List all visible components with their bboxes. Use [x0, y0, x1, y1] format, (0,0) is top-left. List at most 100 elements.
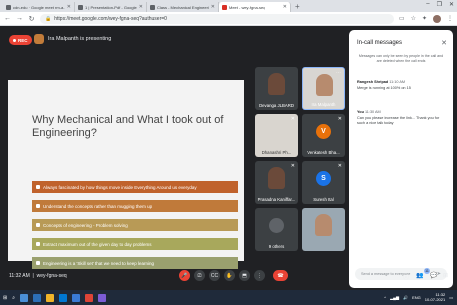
camera-toggle-button[interactable]: ⎚ — [194, 270, 205, 281]
minimize-button[interactable]: – — [426, 1, 429, 8]
participant-tile[interactable]: Devanga JLBARD — [255, 67, 298, 110]
system-tray: ^ ▂▄▆ 🔊 ENG 11:32 10-07-2021 ▭ — [384, 292, 453, 302]
address-bar[interactable]: 🔒 https://meet.google.com/wey-fgna-seq?a… — [40, 13, 394, 24]
app-icon[interactable] — [98, 293, 107, 302]
participant-tile[interactable]: ✕ Prasadna Kaniffar... — [255, 161, 298, 204]
present-button[interactable]: ⬒ — [239, 270, 250, 281]
message-time: 11:30 AM — [364, 110, 381, 114]
mic-off-icon: ✕ — [290, 116, 295, 122]
edge-icon[interactable] — [33, 293, 42, 302]
people-button[interactable]: 👥 — [416, 272, 423, 279]
network-icon[interactable]: ▂▄▆ — [390, 295, 399, 300]
language-indicator[interactable]: ENG — [412, 295, 421, 300]
slide-bullet: Extract maximum out of the given day to … — [32, 238, 238, 250]
rec-label: REC — [18, 37, 28, 43]
presenting-banner: Ira Malpanth is presenting — [34, 34, 111, 44]
taskview-icon[interactable] — [20, 293, 29, 302]
participant-tile[interactable]: V ✕ Venkatesh Bha... — [302, 114, 345, 157]
store-icon[interactable] — [59, 293, 68, 302]
clock-area[interactable]: 11:32 10-07-2021 — [425, 292, 445, 302]
captions-button[interactable]: CC — [209, 270, 220, 281]
bullet-text: Extract maximum out of the given day to … — [43, 241, 152, 247]
leave-call-button[interactable]: ☎ — [273, 270, 288, 281]
tab-favicon-icon — [6, 4, 11, 10]
tab-close-icon[interactable]: ✕ — [139, 4, 143, 10]
mail-icon[interactable] — [72, 293, 81, 302]
browser-tab-meet[interactable]: Meet - wey-fgna-seq ✕ — [219, 2, 291, 12]
windows-start-icon[interactable]: ⊞ — [3, 295, 7, 301]
message-sender: Rangesh Shripad 11:10 AM — [357, 80, 405, 84]
browser-tab-3[interactable]: Class - Mechanical Engineering...✕ — [147, 2, 219, 12]
tray-arrow-icon[interactable]: ^ — [384, 295, 386, 300]
file-explorer-icon[interactable] — [46, 293, 55, 302]
bullet-icon — [36, 261, 40, 265]
tab-label: Class - Mechanical Engineering... — [157, 4, 209, 10]
camera-icon[interactable]: ▭ — [399, 15, 405, 22]
bullet-icon — [36, 223, 40, 227]
browser-toolbar: ← → ↻ 🔒 https://meet.google.com/wey-fgna… — [0, 12, 457, 26]
phone-hangup-icon: ☎ — [277, 272, 284, 279]
search-icon[interactable]: ⌕ — [12, 295, 15, 301]
participant-avatar: S — [316, 171, 331, 186]
tab-favicon-icon — [222, 4, 227, 10]
slide-bullet: Understand the concepts rather than mugg… — [32, 200, 238, 212]
meet-area: REC Ira Malpanth is presenting Why Mecha… — [0, 26, 457, 290]
mic-off-icon: ✕ — [337, 116, 342, 122]
self-view-tile[interactable] — [302, 208, 345, 251]
back-button[interactable]: ← — [4, 15, 11, 22]
message-text: Merge is running at 100% on 15 — [357, 86, 411, 90]
browser-tab-bar: cdn-edu · Google meet rm-a... ✕ 1 | Prese… — [0, 0, 457, 12]
browser-tab-2[interactable]: 1 | Presentation-Pdf - Google doc...✕ — [75, 2, 147, 12]
bullet-text: Engineering is a 'Skill set' that we nee… — [43, 260, 155, 266]
reload-button[interactable]: ↻ — [28, 15, 35, 23]
participant-tile-presenter[interactable]: ⋯ Ira Malpanth — [302, 67, 345, 110]
raise-hand-button[interactable]: ✋ — [224, 270, 235, 281]
browser-tools: ▭ ☆ ✦ ⋮ — [399, 14, 453, 23]
browser-tab-1[interactable]: cdn-edu · Google meet rm-a... ✕ — [3, 2, 75, 12]
participant-avatar: V — [316, 124, 331, 139]
system-date: 10-07-2021 — [424, 297, 446, 302]
message-time: 11:10 AM — [389, 80, 406, 84]
menu-icon[interactable]: ⋮ — [447, 15, 453, 22]
participant-video — [316, 74, 333, 96]
bullet-icon — [36, 204, 40, 208]
close-chat-button[interactable]: ✕ — [441, 39, 447, 47]
slide-title: Why Mechanical and What I took out of En… — [32, 114, 224, 139]
new-tab-button[interactable]: + — [291, 2, 304, 12]
meeting-code: wey-fgna-seq — [36, 273, 67, 279]
more-options-icon[interactable]: ⋯ — [336, 70, 341, 76]
volume-icon[interactable]: 🔊 — [403, 295, 408, 300]
forward-button[interactable]: → — [16, 15, 23, 22]
participant-tile[interactable]: ✕ Dhanashri Ph... — [255, 114, 298, 157]
chat-notice: Messages can only be seen by people in t… — [358, 54, 444, 63]
tab-favicon-icon — [150, 4, 155, 10]
chrome-icon[interactable] — [85, 293, 94, 302]
close-window-button[interactable]: ✕ — [449, 1, 454, 8]
chat-panel: In-call messages ✕ Messages can only be … — [349, 30, 453, 288]
tab-close-icon[interactable]: ✕ — [283, 4, 287, 10]
profile-avatar[interactable] — [433, 14, 441, 23]
extensions-icon[interactable]: ✦ — [422, 15, 427, 22]
chat-button[interactable]: 💬 — [430, 272, 437, 279]
tab-close-icon[interactable]: ✕ — [211, 4, 215, 10]
presenting-text: Ira Malpanth is presenting — [48, 36, 112, 42]
participant-tile[interactable]: S ✕ Suresh Ital — [302, 161, 345, 204]
notifications-icon[interactable]: ▭ — [449, 295, 453, 300]
participant-name: Devanga JLBARD — [259, 103, 294, 108]
meeting-details-button[interactable]: ⓘ — [403, 272, 409, 281]
activities-button[interactable]: ⊞ — [443, 272, 448, 279]
message-sender: You 11:30 AM — [357, 110, 381, 114]
maximize-button[interactable]: ❐ — [437, 1, 442, 8]
tab-label: Meet - wey-fgna-seq — [229, 4, 266, 10]
others-tile[interactable]: 9 others — [255, 208, 298, 251]
slide-bullet: Engineering is a 'Skill set' that we nee… — [32, 257, 238, 269]
presenter-avatar — [34, 34, 44, 44]
mic-toggle-button[interactable]: 🎤 — [179, 270, 190, 281]
more-options-button[interactable]: ⋮ — [254, 270, 265, 281]
tab-close-icon[interactable]: ✕ — [67, 4, 71, 10]
others-avatar — [269, 218, 284, 233]
url-text: https://meet.google.com/wey-fgna-seq?aut… — [54, 15, 167, 22]
record-dot-icon — [13, 38, 16, 42]
star-icon[interactable]: ☆ — [411, 15, 416, 22]
clock: 11:32 AM — [9, 273, 30, 279]
